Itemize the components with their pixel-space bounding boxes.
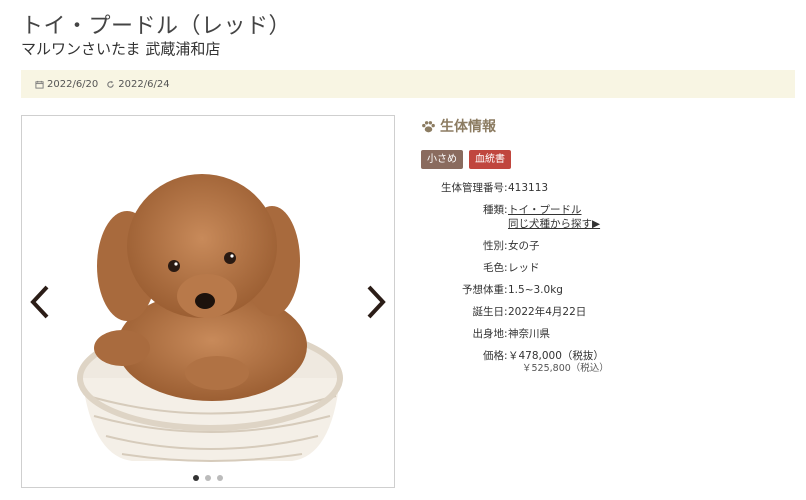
date-bar: 2022/6/20 2022/6/24 xyxy=(21,70,795,98)
price-ex-tax: ￥478,000（税抜） xyxy=(508,350,604,362)
pet-info-panel: 生体情報 小さめ 血統書 生体管理番号: 413113 種類: トイ・プードル … xyxy=(421,115,796,384)
tag-small: 小さめ xyxy=(421,150,463,169)
spec-label: 予想体重 xyxy=(462,284,504,296)
spec-value: 神奈川県 xyxy=(508,328,550,340)
spec-label: 価格 xyxy=(483,350,504,362)
spec-row-birthday: 誕生日: 2022年4月22日 xyxy=(421,305,796,319)
posted-date: 2022/6/20 xyxy=(35,79,98,90)
info-heading-text: 生体情報 xyxy=(440,119,496,135)
gallery-dot[interactable] xyxy=(193,475,199,481)
gallery-dots xyxy=(22,475,394,481)
spec-row-price: 価格: ￥478,000（税抜） ￥525,800（税込） xyxy=(421,349,796,376)
spec-table: 生体管理番号: 413113 種類: トイ・プードル 同じ犬種から探す▶ 性別:… xyxy=(421,181,796,376)
posted-date-text: 2022/6/20 xyxy=(47,78,99,90)
puppy-photo xyxy=(77,174,343,462)
spec-value: 413113 xyxy=(508,182,549,194)
spec-row-breed: 種類: トイ・プードル 同じ犬種から探す▶ xyxy=(421,203,796,231)
spec-row-color: 毛色: レッド xyxy=(421,261,796,275)
spec-row-management-no: 生体管理番号: 413113 xyxy=(421,181,796,195)
calendar-icon xyxy=(35,80,44,89)
updated-date: 2022/6/24 xyxy=(106,78,170,90)
spec-value: レッド xyxy=(508,262,540,274)
spec-label: 性別 xyxy=(483,240,504,252)
spec-label: 生体管理番号 xyxy=(441,182,504,194)
info-heading: 生体情報 xyxy=(421,115,796,137)
same-breed-search-link[interactable]: 同じ犬種から探す▶ xyxy=(508,217,600,231)
spec-label: 出身地 xyxy=(472,328,505,340)
paw-icon xyxy=(422,120,435,132)
price-in-tax: ￥525,800（税込） xyxy=(522,363,609,374)
refresh-icon xyxy=(107,80,115,88)
page-title: トイ・プードル（レッド） xyxy=(21,14,292,39)
spec-label: 誕生日 xyxy=(472,306,505,318)
breed-link[interactable]: トイ・プードル xyxy=(508,203,600,217)
tag-pedigree: 血統書 xyxy=(469,150,511,169)
spec-value: 女の子 xyxy=(508,240,540,252)
gallery-dot[interactable] xyxy=(205,475,211,481)
spec-value: 1.5~3.0kg xyxy=(508,284,563,296)
gallery-dot[interactable] xyxy=(217,475,223,481)
shop-name: マルワンさいたま 武蔵浦和店 xyxy=(21,40,221,58)
chevron-left-icon[interactable] xyxy=(27,284,51,320)
spec-value: 2022年4月22日 xyxy=(508,306,587,318)
spec-row-sex: 性別: 女の子 xyxy=(421,239,796,253)
chevron-right-icon[interactable] xyxy=(365,284,389,320)
spec-label: 毛色 xyxy=(483,262,504,274)
spec-row-weight: 予想体重: 1.5~3.0kg xyxy=(421,283,796,297)
tag-list: 小さめ 血統書 xyxy=(421,150,796,169)
photo-gallery[interactable] xyxy=(21,115,395,488)
updated-date-text: 2022/6/24 xyxy=(118,78,170,90)
spec-label: 種類 xyxy=(483,204,504,216)
spec-row-origin: 出身地: 神奈川県 xyxy=(421,327,796,341)
